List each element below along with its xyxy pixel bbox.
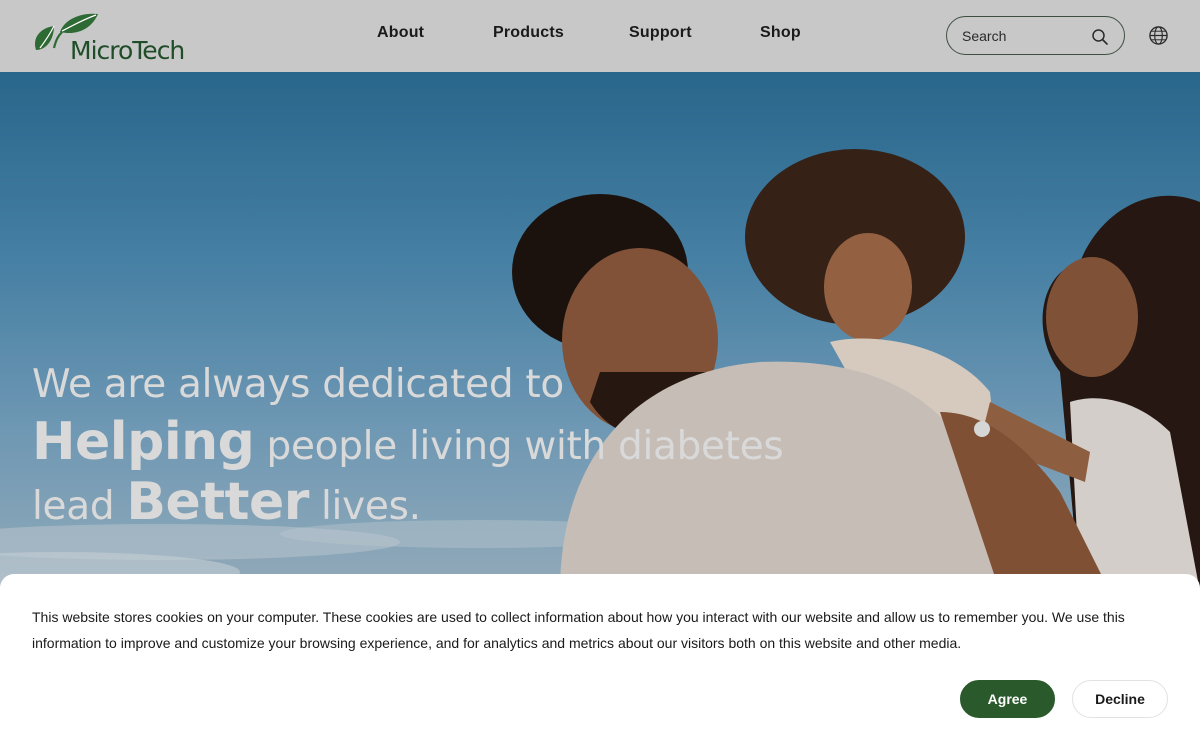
decline-button[interactable]: Decline — [1072, 680, 1168, 718]
hero-line2-rest: people living with diabetes — [254, 424, 784, 469]
hero-headline-line2: Helping people living with diabetes — [32, 412, 784, 472]
brand-name: MicroTech — [70, 36, 185, 65]
hero-line3-rest: lives. — [308, 484, 421, 529]
search-input[interactable] — [962, 25, 1087, 47]
cookie-notice-text: This website stores cookies on your comp… — [32, 609, 1125, 651]
site-header: MicroTech About Products Support Shop — [0, 0, 1200, 72]
nav-item-products[interactable]: Products — [493, 24, 564, 42]
nav-item-about[interactable]: About — [377, 24, 424, 42]
hero-headline-line1: We are always dedicated to — [32, 362, 564, 407]
agree-button[interactable]: Agree — [960, 680, 1055, 718]
search-box[interactable] — [946, 16, 1125, 55]
hero-line3-lead: lead — [32, 484, 127, 529]
hero-banner: We are always dedicated to Helping peopl… — [0, 72, 1200, 592]
search-icon[interactable] — [1091, 28, 1109, 46]
hero-emphasis-helping: Helping — [32, 412, 255, 472]
nav-item-shop[interactable]: Shop — [760, 24, 801, 42]
globe-icon[interactable] — [1148, 25, 1169, 46]
hero-emphasis-better: Better — [126, 472, 309, 532]
brand-logo[interactable]: MicroTech — [30, 10, 190, 65]
hero-headline-line3: lead Better lives. — [32, 472, 421, 532]
nav-item-support[interactable]: Support — [629, 24, 692, 42]
cookie-banner: This website stores cookies on your comp… — [0, 574, 1200, 750]
